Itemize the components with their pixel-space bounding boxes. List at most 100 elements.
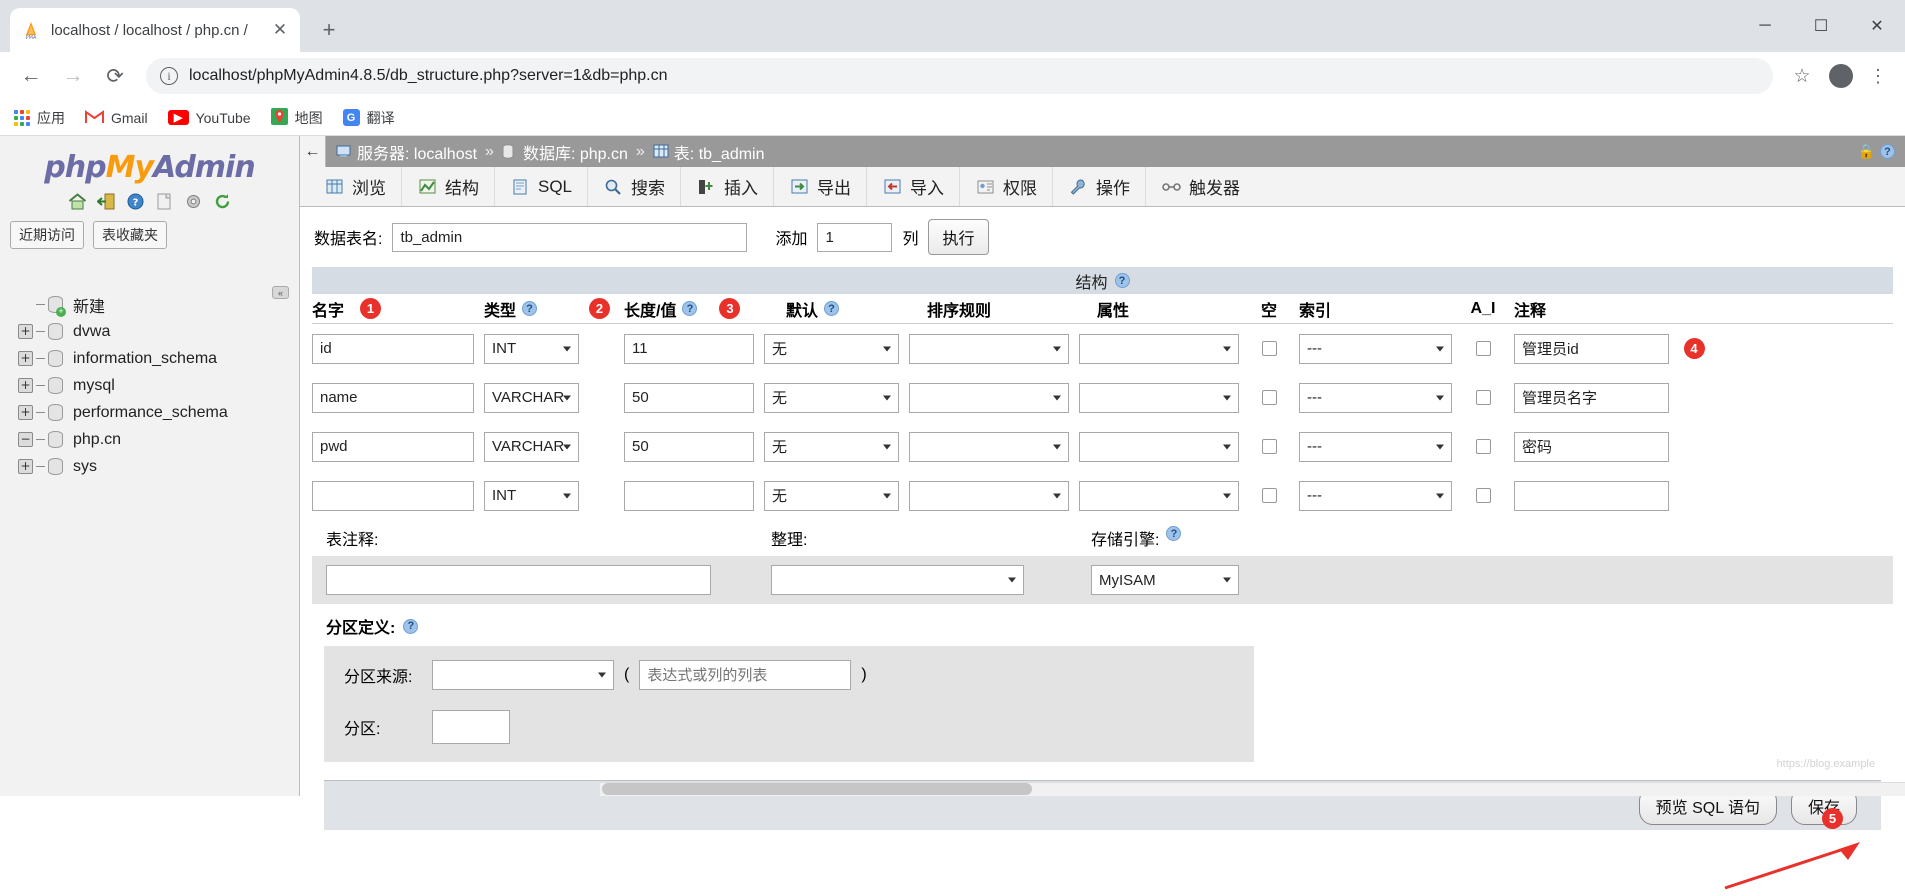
tab-triggers[interactable]: 触发器 (1146, 167, 1255, 206)
pma-logo[interactable]: phpMyAdmin (0, 144, 299, 187)
field-type-select[interactable]: INT (484, 480, 579, 511)
new-tab-button[interactable]: + (312, 13, 346, 47)
field-type-select[interactable]: INT (484, 333, 579, 364)
ai-checkbox[interactable] (1475, 439, 1491, 454)
breadcrumb-database[interactable]: 数据库: php.cn (523, 140, 628, 164)
favorite-tables-button[interactable]: 表收藏夹 (93, 221, 167, 249)
tree-item-label[interactable]: dvwa (66, 323, 110, 341)
lock-icon[interactable]: 🔒 (1858, 143, 1875, 160)
expander-plus-icon[interactable]: + (18, 324, 33, 339)
null-checkbox[interactable] (1261, 439, 1277, 454)
add-columns-input[interactable] (817, 222, 893, 252)
breadcrumb-help-icon[interactable]: ? (1880, 144, 1895, 159)
window-close-icon[interactable]: ✕ (1849, 8, 1905, 44)
bookmark-star-icon[interactable]: ☆ (1785, 65, 1819, 88)
tab-close-icon[interactable]: ✕ (270, 20, 290, 40)
tree-item-information-schema[interactable]: + information_schema (18, 345, 299, 372)
browser-tab[interactable]: PMA localhost / localhost / php.cn / ✕ (10, 8, 300, 52)
back-icon[interactable]: ← (12, 57, 50, 95)
horizontal-scrollbar[interactable] (600, 782, 1905, 796)
chrome-menu-icon[interactable]: ⋮ (1863, 67, 1893, 86)
tab-insert[interactable]: 插入 (681, 167, 775, 206)
reload-icon[interactable] (212, 191, 232, 211)
field-index-select[interactable]: --- (1299, 431, 1452, 462)
go-button[interactable]: 执行 (928, 219, 989, 255)
breadcrumb-table[interactable]: 表: tb_admin (674, 140, 765, 164)
help-icon[interactable]: ? (125, 191, 145, 211)
partition-expression-input[interactable] (639, 660, 852, 690)
field-default-select[interactable]: 无 (764, 333, 899, 364)
structure-help-icon[interactable]: ? (1114, 273, 1130, 288)
partition-help-icon[interactable]: ? (403, 618, 419, 634)
field-attributes-select[interactable] (1079, 382, 1239, 413)
field-index-select[interactable]: --- (1299, 480, 1452, 511)
field-collation-select[interactable] (909, 333, 1069, 364)
null-checkbox[interactable] (1261, 390, 1277, 405)
field-comment-input[interactable] (1514, 333, 1669, 364)
null-checkbox[interactable] (1261, 488, 1277, 503)
tree-item-label[interactable]: 新建 (66, 293, 105, 317)
field-name-input[interactable] (312, 431, 474, 462)
field-length-input[interactable] (624, 382, 754, 413)
site-info-icon[interactable]: i (160, 67, 178, 85)
field-collation-select[interactable] (909, 382, 1069, 413)
default-help-icon[interactable]: ? (824, 301, 840, 316)
field-index-select[interactable]: --- (1299, 382, 1452, 413)
tree-item-dvwa[interactable]: + dvwa (18, 318, 299, 345)
null-checkbox[interactable] (1261, 341, 1277, 356)
tree-item-label[interactable]: mysql (66, 377, 115, 395)
field-attributes-select[interactable] (1079, 480, 1239, 511)
collation-select[interactable] (771, 565, 1024, 595)
engine-help-icon[interactable]: ? (1166, 526, 1182, 541)
tree-item-performance-schema[interactable]: + performance_schema (18, 399, 299, 426)
field-comment-input[interactable] (1514, 480, 1669, 511)
tree-item-php-cn[interactable]: − php.cn (18, 426, 299, 453)
ai-checkbox[interactable] (1475, 341, 1491, 356)
tree-item-label[interactable]: information_schema (66, 350, 217, 368)
field-type-select[interactable]: VARCHAR (484, 431, 579, 462)
breadcrumb-server[interactable]: 服务器: localhost (357, 140, 477, 164)
tab-sql[interactable]: SQL (495, 167, 589, 206)
bookmark-maps[interactable]: 地图 (270, 107, 323, 128)
forward-icon[interactable]: → (54, 57, 92, 95)
tree-item-sys[interactable]: + sys (18, 453, 299, 480)
tab-export[interactable]: 导出 (774, 167, 868, 206)
profile-avatar[interactable] (1829, 64, 1853, 88)
field-name-input[interactable] (312, 480, 474, 511)
engine-select[interactable]: MyISAM (1091, 565, 1239, 595)
field-default-select[interactable]: 无 (764, 382, 899, 413)
sidebar-collapse-toggle[interactable]: « (272, 286, 289, 299)
address-bar[interactable]: i localhost/phpMyAdmin4.8.5/db_structure… (146, 58, 1773, 94)
field-length-input[interactable] (624, 480, 754, 511)
tab-operations[interactable]: 操作 (1053, 167, 1147, 206)
field-attributes-select[interactable] (1079, 333, 1239, 364)
docs-icon[interactable] (154, 191, 174, 211)
bookmark-youtube[interactable]: ▶ YouTube (167, 110, 251, 126)
partition-source-select[interactable] (432, 660, 614, 690)
bookmark-apps[interactable]: 应用 (14, 108, 65, 128)
ai-checkbox[interactable] (1475, 488, 1491, 503)
partitions-input[interactable] (432, 710, 510, 744)
tree-item-label[interactable]: php.cn (66, 431, 121, 449)
tab-structure[interactable]: 结构 (402, 167, 495, 206)
tab-search[interactable]: 搜索 (588, 167, 682, 206)
field-default-select[interactable]: 无 (764, 480, 899, 511)
field-index-select[interactable]: --- (1299, 333, 1452, 364)
settings-icon[interactable] (183, 191, 203, 211)
maximize-icon[interactable]: ☐ (1793, 8, 1849, 44)
tab-privileges[interactable]: 权限 (960, 167, 1054, 206)
tab-browse[interactable]: 浏览 (309, 167, 402, 206)
table-name-input[interactable] (392, 222, 748, 252)
field-comment-input[interactable] (1514, 382, 1669, 413)
home-icon[interactable] (67, 191, 87, 211)
field-collation-select[interactable] (909, 480, 1069, 511)
breadcrumb-back-icon[interactable]: ← (300, 136, 326, 167)
field-collation-select[interactable] (909, 431, 1069, 462)
length-help-icon[interactable]: ? (682, 301, 698, 316)
type-help-icon[interactable]: ? (522, 301, 538, 316)
field-length-input[interactable] (624, 431, 754, 462)
ai-checkbox[interactable] (1475, 390, 1491, 405)
scrollbar-thumb[interactable] (602, 783, 1032, 795)
tree-item-label[interactable]: sys (66, 458, 97, 476)
expander-plus-icon[interactable]: + (18, 405, 33, 420)
